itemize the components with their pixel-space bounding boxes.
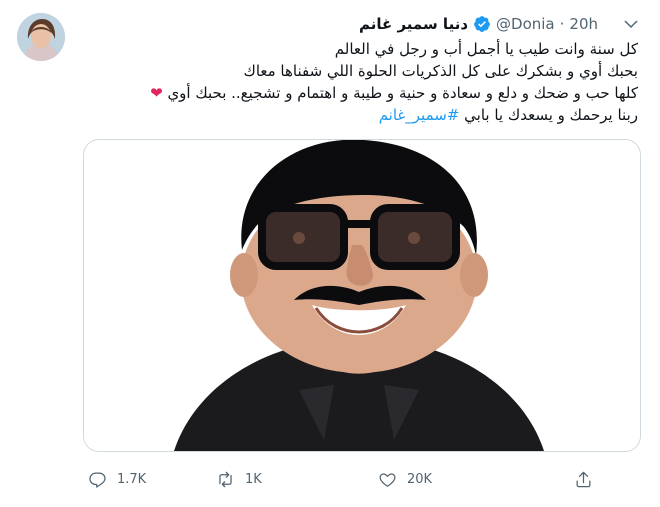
reply-button[interactable]: 1.7K — [88, 470, 216, 489]
verified-icon — [473, 15, 491, 33]
retweet-button[interactable]: 1K — [216, 470, 334, 489]
tweet[interactable]: دنيا سمير غانم @Donia · 20h كل سنة وانت … — [0, 0, 660, 507]
tweet-text-line: بحبك أوي و بشكرك على كل الذكريات الحلوة … — [243, 62, 638, 80]
tweet-text-line: كلها حب و ضحك و دلع و سعادة و حنية و طيب… — [78, 82, 638, 104]
like-icon — [379, 472, 396, 487]
tweet-text-line-content: ربنا يرحمك و يسعدك يا بابي — [459, 106, 638, 124]
timestamp[interactable]: 20h — [569, 15, 598, 33]
tweet-text-line: ربنا يرحمك و يسعدك يا بابي #سمير_غانم — [78, 104, 638, 126]
tweet-actions: 1.7K 1K 20K — [78, 462, 638, 496]
avatar[interactable] — [17, 13, 65, 61]
tweet-text: كل سنة وانت طيب يا أجمل أب و رجل في العا… — [78, 38, 638, 126]
hashtag-link[interactable]: #سمير_غانم — [379, 106, 460, 124]
like-button[interactable]: 20K — [378, 470, 496, 489]
reply-icon — [89, 472, 106, 488]
share-button[interactable] — [574, 470, 614, 489]
share-icon — [576, 471, 591, 487]
retweet-icon — [219, 471, 232, 487]
tweet-text-line-content: كلها حب و ضحك و دلع و سعادة و حنية و طيب… — [167, 84, 638, 102]
reply-count: 1.7K — [117, 471, 147, 487]
tweet-media-photo[interactable] — [83, 139, 641, 452]
chevron-down-icon[interactable] — [620, 13, 642, 35]
retweet-count: 1K — [245, 471, 262, 487]
tweet-text-line: كل سنة وانت طيب يا أجمل أب و رجل في العا… — [334, 40, 638, 58]
tweet-header: دنيا سمير غانم @Donia · 20h — [78, 13, 598, 35]
heart-emoji: ❤ — [150, 84, 163, 102]
like-count: 20K — [407, 471, 433, 487]
separator-dot: · — [559, 15, 565, 33]
user-handle[interactable]: @Donia — [496, 15, 555, 33]
display-name[interactable]: دنيا سمير غانم — [359, 15, 468, 33]
